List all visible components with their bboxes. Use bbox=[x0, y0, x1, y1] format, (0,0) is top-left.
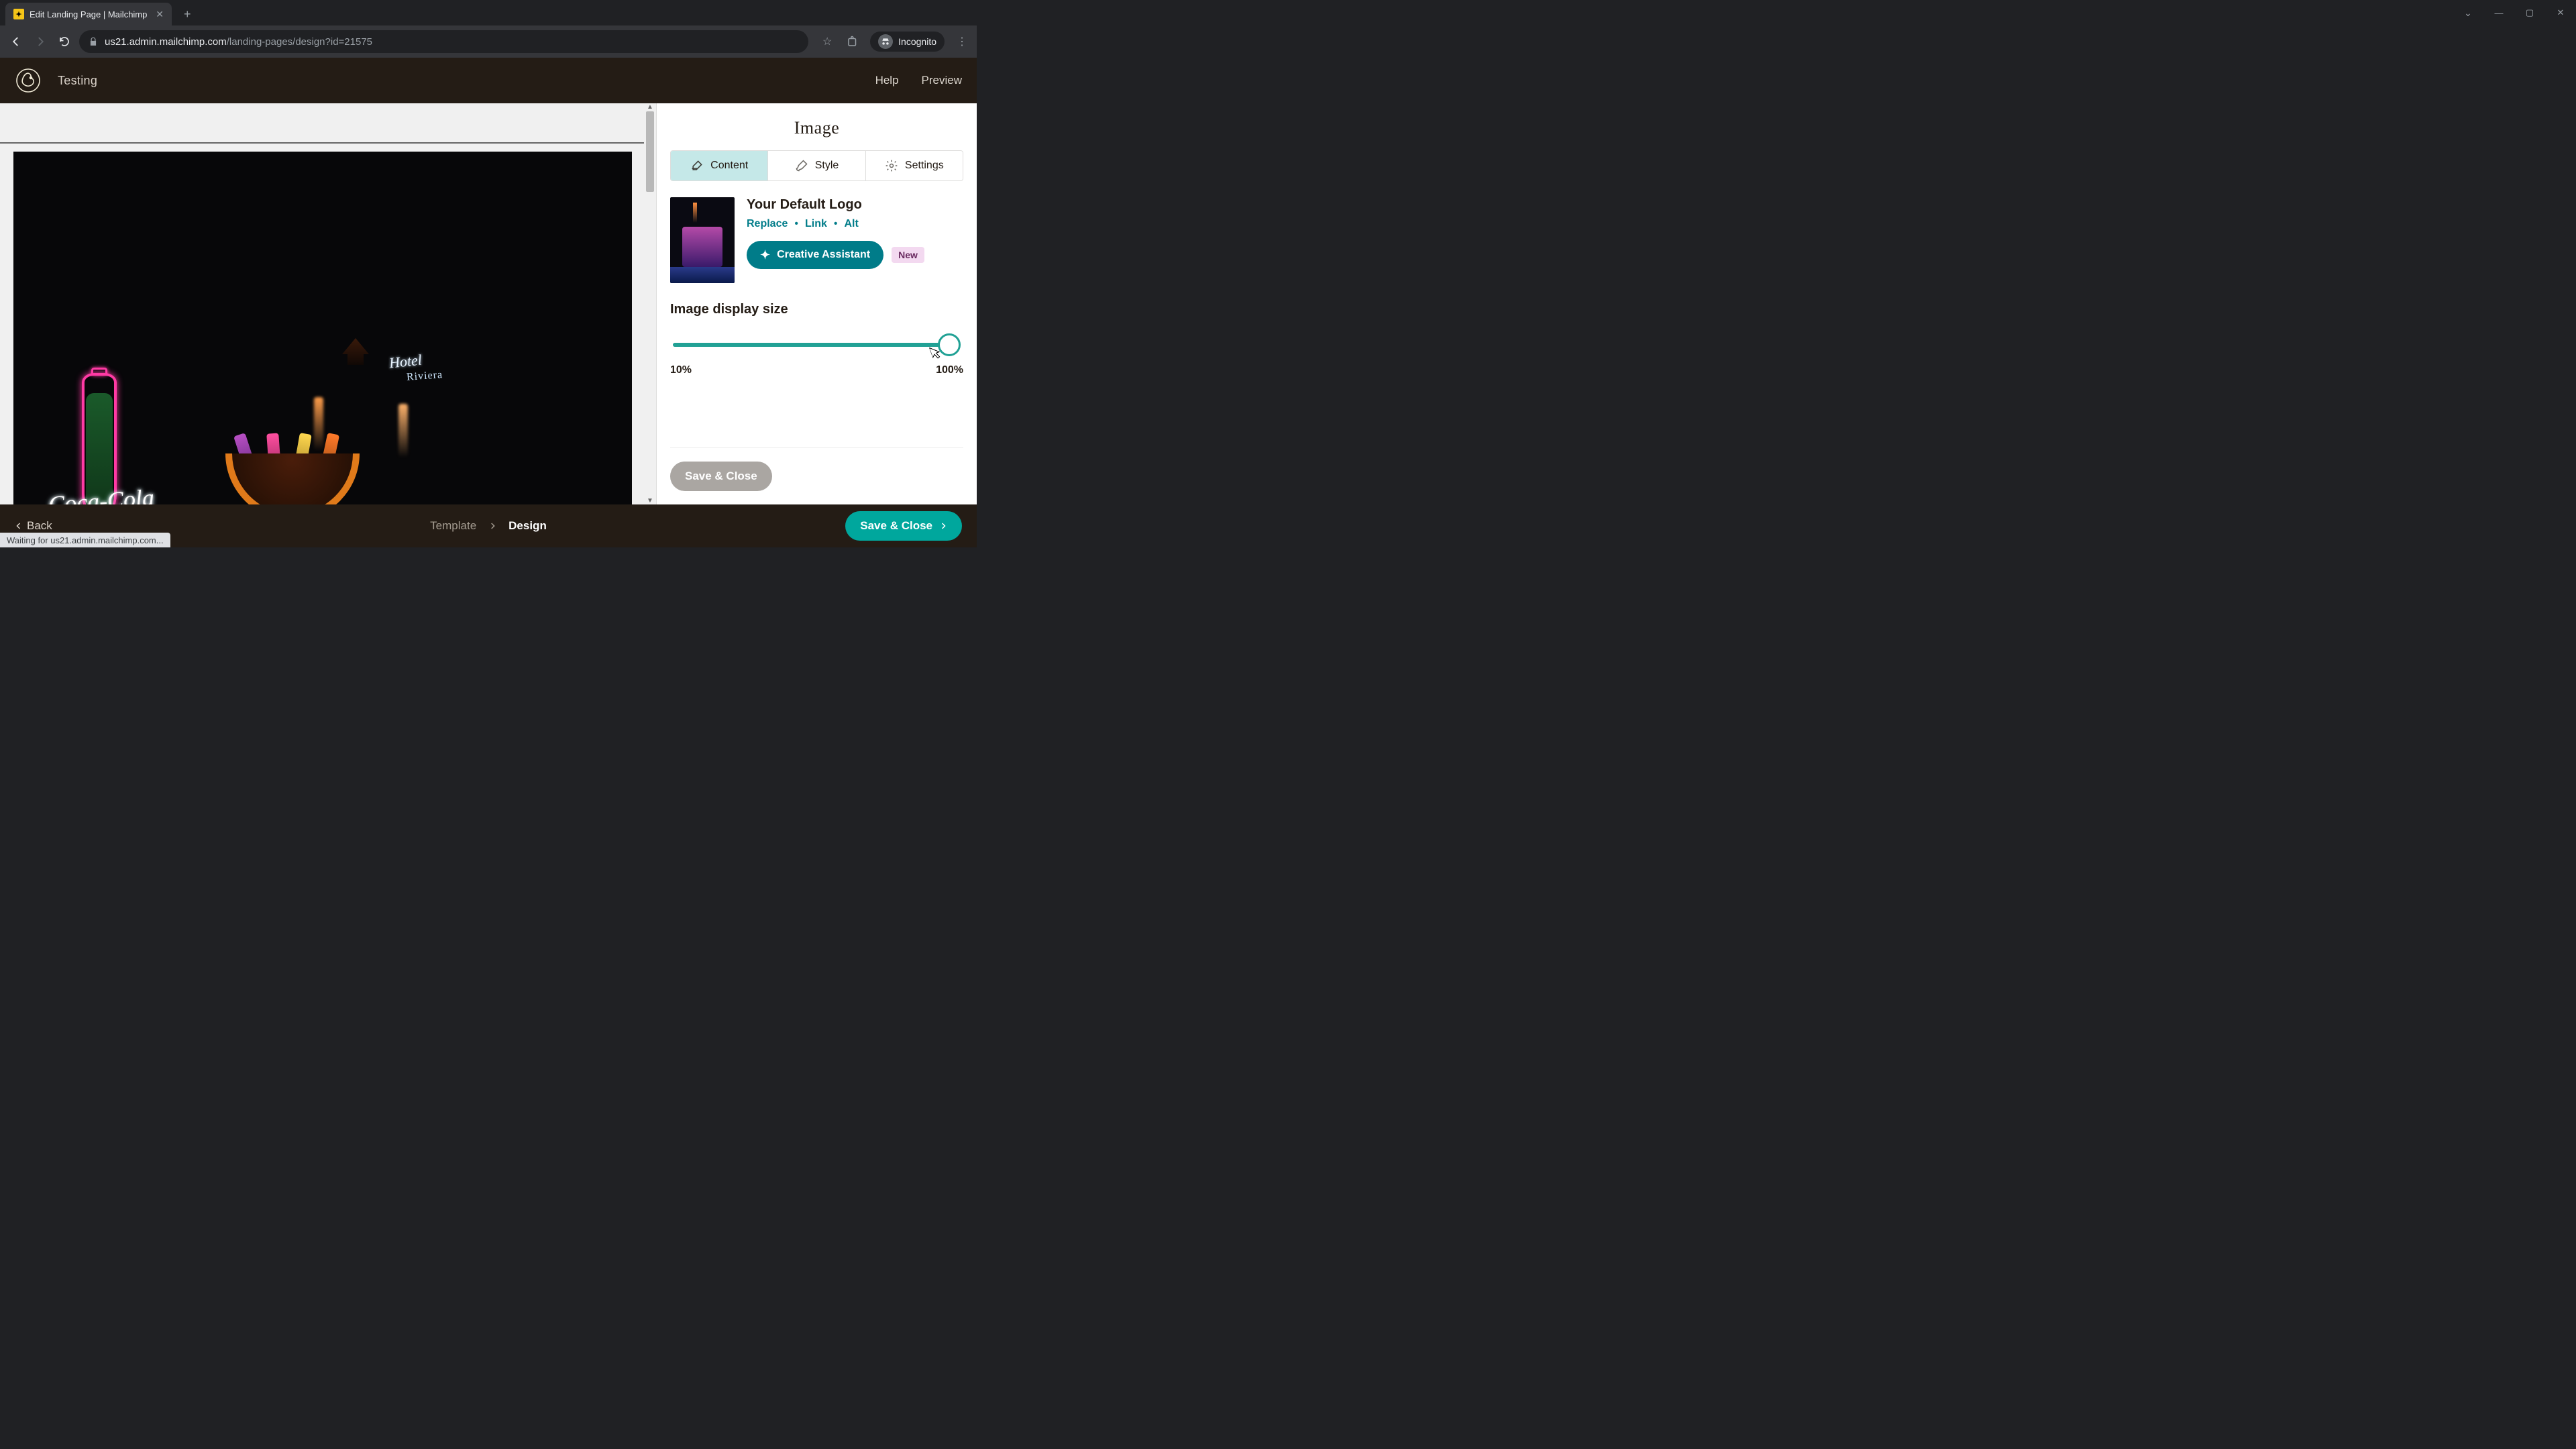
separator-dot: • bbox=[834, 218, 838, 230]
replace-link[interactable]: Replace bbox=[747, 218, 788, 230]
close-window-button[interactable]: ✕ bbox=[2545, 7, 2576, 18]
tab-settings[interactable]: Settings bbox=[866, 151, 963, 180]
bottom-bar: Back Template Design Save & Close Waitin… bbox=[0, 504, 977, 547]
incognito-indicator[interactable]: Incognito bbox=[870, 32, 945, 52]
address-bar: us21.admin.mailchimp.com/landing-pages/d… bbox=[0, 25, 977, 58]
slider-title: Image display size bbox=[670, 302, 963, 317]
preview-link[interactable]: Preview bbox=[922, 74, 962, 87]
maximize-button[interactable]: ▢ bbox=[2514, 7, 2545, 18]
crumb-template[interactable]: Template bbox=[430, 519, 476, 533]
url-path: /landing-pages/design?id=21575 bbox=[227, 36, 372, 48]
image-thumbnail[interactable] bbox=[670, 197, 735, 283]
brush-icon bbox=[795, 159, 808, 172]
slider-min-label: 10% bbox=[670, 364, 692, 376]
bookmark-icon[interactable]: ☆ bbox=[819, 35, 835, 48]
slider-fill bbox=[673, 343, 941, 347]
crumb-design: Design bbox=[508, 519, 547, 533]
mailchimp-logo[interactable] bbox=[15, 67, 42, 94]
edit-icon bbox=[690, 159, 704, 172]
minimize-button[interactable]: ― bbox=[2483, 8, 2514, 18]
properties-sidebar: Image Content Style Settings bbox=[656, 103, 977, 504]
tab-style-label: Style bbox=[815, 160, 839, 172]
status-bar: Waiting for us21.admin.mailchimp.com... bbox=[0, 533, 170, 547]
browser-menu-icon[interactable]: ⋮ bbox=[954, 35, 970, 48]
gear-icon bbox=[885, 159, 898, 172]
selected-image-block[interactable]: Hotel Riviera Coca-Cola bbox=[13, 152, 632, 504]
creative-assistant-label: Creative Assistant bbox=[777, 249, 870, 261]
separator-dot: • bbox=[794, 218, 798, 230]
slider-max-label: 100% bbox=[936, 364, 963, 376]
save-close-label: Save & Close bbox=[860, 519, 932, 533]
sparkle-icon: ✦ bbox=[760, 248, 770, 262]
back-nav-button[interactable] bbox=[7, 32, 25, 51]
extensions-icon[interactable] bbox=[845, 36, 861, 48]
sidebar-tabs: Content Style Settings bbox=[670, 150, 963, 181]
image-size-slider[interactable] bbox=[673, 333, 961, 358]
save-close-button[interactable]: Save & Close bbox=[845, 511, 962, 541]
wizard-breadcrumb: Template Design bbox=[430, 519, 547, 533]
window-controls: ⌄ ― ▢ ✕ bbox=[2453, 0, 2576, 25]
app-header: Testing Help Preview bbox=[0, 58, 977, 103]
mailchimp-favicon: ✦ bbox=[13, 9, 24, 19]
panel-title: Image bbox=[670, 118, 963, 138]
tab-settings-label: Settings bbox=[905, 160, 944, 172]
main-content: Hotel Riviera Coca-Cola ▲ ▼ Image Conten… bbox=[0, 103, 977, 504]
reload-button[interactable] bbox=[55, 32, 74, 51]
tab-content[interactable]: Content bbox=[671, 151, 768, 180]
forward-nav-button[interactable] bbox=[31, 32, 50, 51]
help-link[interactable]: Help bbox=[875, 74, 899, 87]
url-input[interactable]: us21.admin.mailchimp.com/landing-pages/d… bbox=[79, 30, 808, 53]
new-badge: New bbox=[892, 247, 924, 263]
neon-sign-text: Hotel bbox=[388, 352, 423, 372]
image-name: Your Default Logo bbox=[747, 197, 963, 213]
browser-tab[interactable]: ✦ Edit Landing Page | Mailchimp ✕ bbox=[5, 3, 172, 25]
close-tab-icon[interactable]: ✕ bbox=[156, 9, 164, 20]
new-tab-button[interactable]: + bbox=[178, 3, 197, 25]
tab-title: Edit Landing Page | Mailchimp bbox=[30, 9, 150, 19]
tab-strip: ✦ Edit Landing Page | Mailchimp ✕ + ⌄ ― … bbox=[0, 0, 977, 25]
alt-link[interactable]: Alt bbox=[844, 218, 858, 230]
chevron-right-icon bbox=[939, 522, 947, 530]
scrollbar-thumb[interactable] bbox=[646, 111, 654, 192]
panel-save-close-button[interactable]: Save & Close bbox=[670, 462, 772, 491]
back-label: Back bbox=[27, 519, 52, 533]
tab-content-label: Content bbox=[710, 160, 748, 172]
cola-logo-text: Coca-Cola bbox=[48, 484, 156, 504]
chevron-right-icon bbox=[488, 522, 496, 530]
incognito-label: Incognito bbox=[898, 36, 936, 47]
creative-assistant-button[interactable]: ✦ Creative Assistant bbox=[747, 241, 883, 269]
scroll-up-icon[interactable]: ▲ bbox=[644, 103, 656, 111]
back-button[interactable]: Back bbox=[15, 519, 52, 533]
tab-style[interactable]: Style bbox=[768, 151, 865, 180]
link-link[interactable]: Link bbox=[805, 218, 827, 230]
document-title[interactable]: Testing bbox=[58, 74, 97, 88]
editor-canvas[interactable]: Hotel Riviera Coca-Cola ▲ ▼ bbox=[0, 103, 656, 504]
chevron-left-icon bbox=[15, 522, 23, 530]
lock-icon bbox=[89, 37, 98, 46]
scroll-down-icon[interactable]: ▼ bbox=[644, 497, 656, 504]
neon-sign-subtext: Riviera bbox=[406, 369, 443, 384]
tabs-dropdown-icon[interactable]: ⌄ bbox=[2453, 7, 2483, 19]
incognito-icon bbox=[878, 34, 893, 49]
canvas-scrollbar[interactable]: ▲ ▼ bbox=[644, 103, 656, 504]
url-host: us21.admin.mailchimp.com bbox=[105, 36, 227, 48]
slider-handle[interactable] bbox=[938, 333, 961, 356]
